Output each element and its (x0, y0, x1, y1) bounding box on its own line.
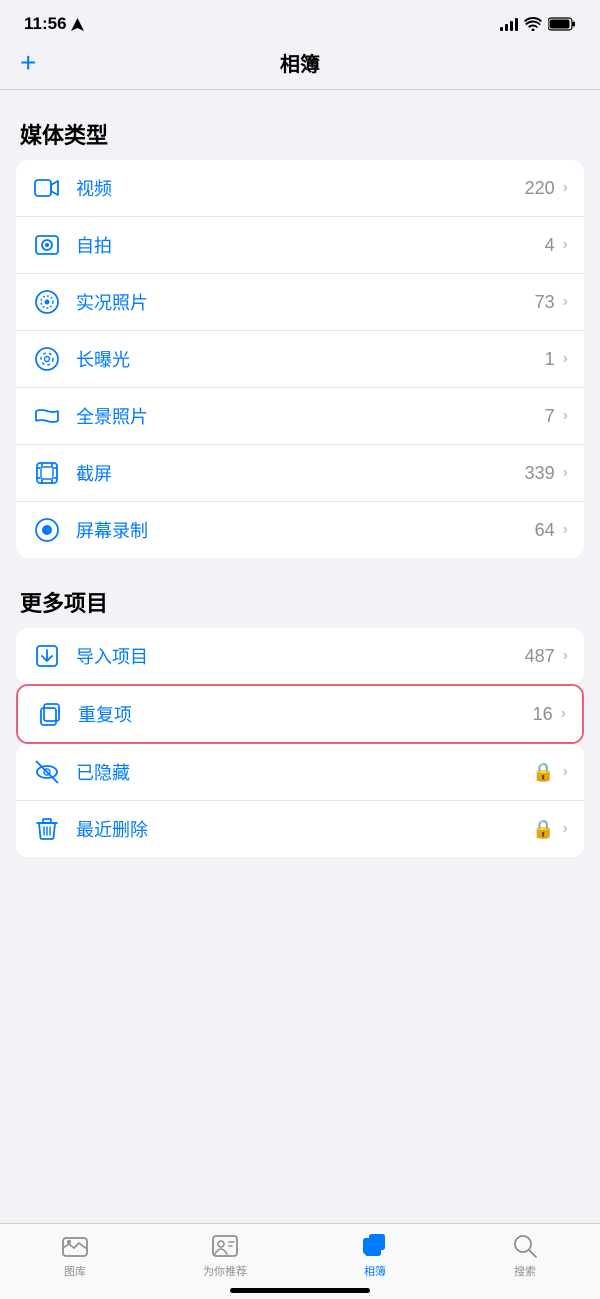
more-items-list-bottom: 已隐藏 🔒 › 最近删除 🔒 › (16, 744, 584, 857)
chevron-icon: › (563, 293, 568, 311)
status-bar: 11:56 (0, 0, 600, 40)
list-item[interactable]: 自拍 4 › (16, 217, 584, 274)
video-icon (32, 173, 62, 203)
item-count: 64 (535, 520, 555, 541)
tab-label: 图库 (64, 1263, 86, 1279)
chevron-icon: › (563, 647, 568, 665)
nav-bar: + 相簿 (0, 40, 600, 90)
search-tab-icon (511, 1232, 539, 1260)
item-count: 7 (545, 406, 555, 427)
more-items-title: 更多项目 (0, 586, 600, 628)
item-count: 220 (525, 178, 555, 199)
library-tab-icon (61, 1232, 89, 1260)
media-types-list: 视频 220 › 自拍 4 › (16, 160, 584, 558)
item-label: 屏幕录制 (76, 517, 535, 543)
screen-record-icon (32, 515, 62, 545)
selfie-icon (32, 230, 62, 260)
status-icons (500, 17, 576, 31)
home-indicator (230, 1288, 370, 1293)
item-count: 4 (545, 235, 555, 256)
list-item[interactable]: 视频 220 › (16, 160, 584, 217)
item-label: 已隐藏 (76, 759, 532, 785)
albums-tab-icon (361, 1232, 389, 1260)
list-item[interactable]: 截屏 339 › (16, 445, 584, 502)
screenshot-icon (32, 458, 62, 488)
item-label: 实况照片 (76, 289, 535, 315)
lock-icon: 🔒 (532, 762, 554, 783)
long-exposure-icon (32, 344, 62, 374)
list-item[interactable]: 已隐藏 🔒 › (16, 744, 584, 801)
duplicate-list-item[interactable]: 重复项 16 › (18, 686, 582, 742)
panorama-icon (32, 401, 62, 431)
tab-label: 搜索 (514, 1263, 536, 1279)
tab-for-you[interactable]: 为你推荐 (195, 1232, 255, 1279)
item-label: 全景照片 (76, 403, 545, 429)
location-icon (71, 18, 84, 31)
duplicate-icon (34, 699, 64, 729)
hidden-icon (32, 757, 62, 787)
item-label: 最近删除 (76, 816, 532, 842)
chevron-icon: › (563, 763, 568, 781)
item-label: 自拍 (76, 232, 545, 258)
chevron-icon: › (563, 350, 568, 368)
list-item[interactable]: 屏幕录制 64 › (16, 502, 584, 558)
media-types-section: 媒体类型 视频 220 › (0, 118, 600, 558)
lock-icon: 🔒 (532, 819, 554, 840)
for-you-tab-icon (211, 1232, 239, 1260)
chevron-icon: › (563, 407, 568, 425)
item-count: 1 (545, 349, 555, 370)
live-photo-icon (32, 287, 62, 317)
item-count: 487 (525, 646, 555, 667)
signal-icon (500, 17, 518, 31)
trash-icon (32, 814, 62, 844)
chevron-icon: › (563, 820, 568, 838)
list-item[interactable]: 实况照片 73 › (16, 274, 584, 331)
list-item[interactable]: 最近删除 🔒 › (16, 801, 584, 857)
chevron-icon: › (563, 236, 568, 254)
item-label: 长曝光 (76, 346, 545, 372)
content-area: 媒体类型 视频 220 › (0, 118, 600, 957)
tab-search[interactable]: 搜索 (495, 1232, 555, 1279)
tab-library[interactable]: 图库 (45, 1232, 105, 1279)
item-count: 73 (535, 292, 555, 313)
tab-albums[interactable]: 相簿 (345, 1232, 405, 1279)
more-items-section: 更多项目 导入项目 487 › (0, 586, 600, 857)
list-item[interactable]: 长曝光 1 › (16, 331, 584, 388)
chevron-icon: › (563, 521, 568, 539)
media-types-title: 媒体类型 (0, 118, 600, 160)
chevron-icon: › (563, 179, 568, 197)
item-label: 重复项 (78, 701, 533, 727)
nav-title: 相簿 (280, 48, 320, 77)
list-item[interactable]: 导入项目 487 › (16, 628, 584, 684)
tab-label: 相簿 (364, 1263, 386, 1279)
item-label: 截屏 (76, 460, 525, 486)
add-button[interactable]: + (20, 49, 36, 77)
item-label: 导入项目 (76, 643, 525, 669)
list-item[interactable]: 全景照片 7 › (16, 388, 584, 445)
item-count: 16 (533, 704, 553, 725)
battery-icon (548, 17, 576, 31)
item-count: 339 (525, 463, 555, 484)
chevron-icon: › (561, 705, 566, 723)
tab-label: 为你推荐 (203, 1263, 247, 1279)
time-text: 11:56 (24, 14, 67, 34)
import-icon (32, 641, 62, 671)
item-label: 视频 (76, 175, 525, 201)
more-items-list-top: 导入项目 487 › (16, 628, 584, 684)
status-time: 11:56 (24, 14, 84, 34)
wifi-icon (524, 17, 542, 31)
chevron-icon: › (563, 464, 568, 482)
